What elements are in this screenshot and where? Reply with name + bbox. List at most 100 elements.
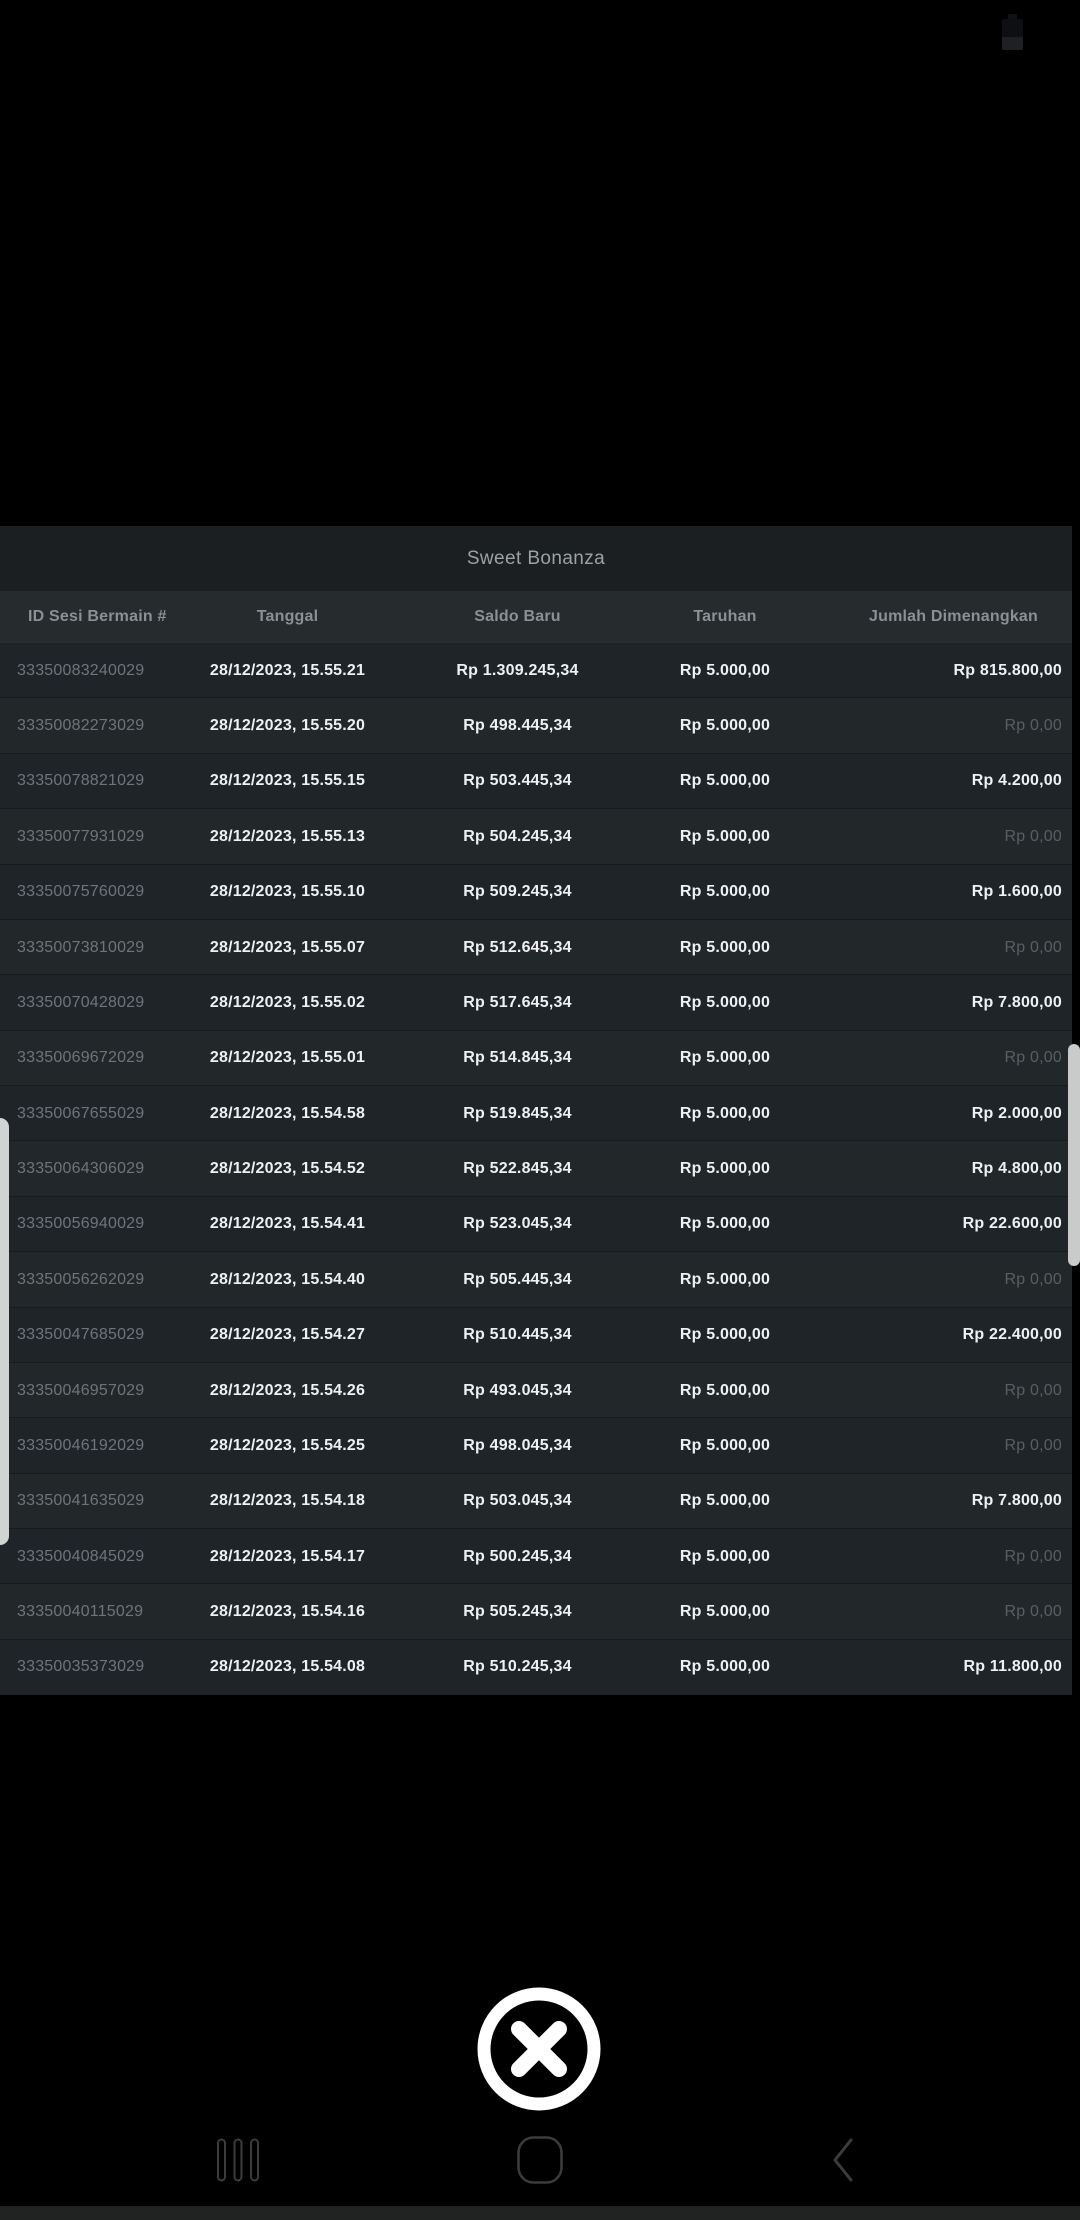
cell-amount-won: Rp 2.000,00	[800, 1086, 1072, 1141]
cell-date: 28/12/2023, 15.55.21	[190, 643, 385, 698]
sheet-title: Sweet Bonanza	[0, 526, 1072, 591]
phone-screen: Sweet Bonanza ID Sesi Bermain # Tanggal …	[0, 0, 1080, 2220]
cell-amount-won: Rp 0,00	[800, 1529, 1072, 1584]
left-scroll-handle[interactable]	[0, 1118, 9, 1545]
cell-amount-won: Rp 0,00	[800, 1418, 1072, 1473]
cell-new-balance: Rp 505.445,34	[385, 1252, 650, 1307]
cell-new-balance: Rp 504.245,34	[385, 809, 650, 864]
cell-bet: Rp 5.000,00	[650, 809, 800, 864]
cell-bet: Rp 5.000,00	[650, 1584, 800, 1639]
back-chevron-icon	[827, 2136, 857, 2184]
cell-session-id: 33350047685029	[0, 1308, 190, 1363]
cell-amount-won: Rp 0,00	[800, 920, 1072, 975]
cell-date: 28/12/2023, 15.54.52	[190, 1141, 385, 1196]
cell-date: 28/12/2023, 15.54.27	[190, 1308, 385, 1363]
cell-bet: Rp 5.000,00	[650, 1529, 800, 1584]
cell-bet: Rp 5.000,00	[650, 865, 800, 920]
cell-bet: Rp 5.000,00	[650, 1252, 800, 1307]
cell-bet: Rp 5.000,00	[650, 1141, 800, 1196]
table-row: 33350056262029 28/12/2023, 15.54.40 Rp 5…	[0, 1252, 1072, 1307]
cell-amount-won: Rp 4.200,00	[800, 754, 1072, 809]
cell-new-balance: Rp 1.309.245,34	[385, 643, 650, 698]
cell-amount-won: Rp 0,00	[800, 698, 1072, 753]
cell-session-id: 33350078821029	[0, 754, 190, 809]
cell-new-balance: Rp 512.645,34	[385, 920, 650, 975]
cell-session-id: 33350056262029	[0, 1252, 190, 1307]
cell-amount-won: Rp 22.400,00	[800, 1308, 1072, 1363]
cell-date: 28/12/2023, 15.55.10	[190, 865, 385, 920]
cell-bet: Rp 5.000,00	[650, 1308, 800, 1363]
game-history-sheet: Sweet Bonanza ID Sesi Bermain # Tanggal …	[0, 526, 1072, 1695]
cell-session-id: 33350041635029	[0, 1474, 190, 1529]
cell-date: 28/12/2023, 15.54.40	[190, 1252, 385, 1307]
cell-bet: Rp 5.000,00	[650, 1640, 800, 1695]
cell-session-id: 33350056940029	[0, 1197, 190, 1252]
cell-bet: Rp 5.000,00	[650, 754, 800, 809]
table-row: 33350040845029 28/12/2023, 15.54.17 Rp 5…	[0, 1529, 1072, 1584]
table-row: 33350035373029 28/12/2023, 15.54.08 Rp 5…	[0, 1640, 1072, 1695]
cell-amount-won: Rp 4.800,00	[800, 1141, 1072, 1196]
table-row: 33350078821029 28/12/2023, 15.55.15 Rp 5…	[0, 754, 1072, 809]
cell-new-balance: Rp 498.445,34	[385, 698, 650, 753]
cell-bet: Rp 5.000,00	[650, 643, 800, 698]
table-row: 33350064306029 28/12/2023, 15.54.52 Rp 5…	[0, 1141, 1072, 1196]
cell-session-id: 33350069672029	[0, 1031, 190, 1086]
cell-date: 28/12/2023, 15.54.58	[190, 1086, 385, 1141]
cell-date: 28/12/2023, 15.54.26	[190, 1363, 385, 1418]
cell-amount-won: Rp 815.800,00	[800, 643, 1072, 698]
col-header-date: Tanggal	[190, 591, 385, 643]
nav-back-button[interactable]	[814, 2130, 870, 2190]
cell-date: 28/12/2023, 15.55.13	[190, 809, 385, 864]
history-table-body[interactable]: 33350083240029 28/12/2023, 15.55.21 Rp 1…	[0, 643, 1072, 1695]
nav-recents-button[interactable]	[210, 2130, 266, 2190]
home-squircle-icon	[517, 2136, 563, 2184]
cell-session-id: 33350082273029	[0, 698, 190, 753]
cell-bet: Rp 5.000,00	[650, 698, 800, 753]
cell-bet: Rp 5.000,00	[650, 1418, 800, 1473]
cell-session-id: 33350046957029	[0, 1363, 190, 1418]
cell-amount-won: Rp 0,00	[800, 1584, 1072, 1639]
close-button[interactable]	[471, 1981, 607, 2117]
cell-bet: Rp 5.000,00	[650, 920, 800, 975]
cell-session-id: 33350040115029	[0, 1584, 190, 1639]
cell-session-id: 33350083240029	[0, 643, 190, 698]
table-row: 33350070428029 28/12/2023, 15.55.02 Rp 5…	[0, 975, 1072, 1030]
cell-bet: Rp 5.000,00	[650, 1031, 800, 1086]
cell-new-balance: Rp 500.245,34	[385, 1529, 650, 1584]
cell-date: 28/12/2023, 15.54.41	[190, 1197, 385, 1252]
cell-amount-won: Rp 1.600,00	[800, 865, 1072, 920]
cell-session-id: 33350064306029	[0, 1141, 190, 1196]
cell-date: 28/12/2023, 15.55.01	[190, 1031, 385, 1086]
table-row: 33350046957029 28/12/2023, 15.54.26 Rp 4…	[0, 1363, 1072, 1418]
vertical-scrollbar-thumb[interactable]	[1068, 1044, 1080, 1266]
cell-date: 28/12/2023, 15.54.16	[190, 1584, 385, 1639]
table-row: 33350082273029 28/12/2023, 15.55.20 Rp 4…	[0, 698, 1072, 753]
table-row: 33350041635029 28/12/2023, 15.54.18 Rp 5…	[0, 1474, 1072, 1529]
cell-amount-won: Rp 0,00	[800, 1031, 1072, 1086]
cell-session-id: 33350073810029	[0, 920, 190, 975]
nav-home-button[interactable]	[512, 2130, 568, 2190]
cell-new-balance: Rp 503.045,34	[385, 1474, 650, 1529]
col-header-bet: Taruhan	[650, 591, 800, 643]
cell-session-id: 33350040845029	[0, 1529, 190, 1584]
cell-session-id: 33350075760029	[0, 865, 190, 920]
cell-date: 28/12/2023, 15.54.18	[190, 1474, 385, 1529]
table-header-row: ID Sesi Bermain # Tanggal Saldo Baru Tar…	[0, 591, 1072, 643]
cell-bet: Rp 5.000,00	[650, 1197, 800, 1252]
cell-amount-won: Rp 11.800,00	[800, 1640, 1072, 1695]
col-header-new-balance: Saldo Baru	[385, 591, 650, 643]
cell-amount-won: Rp 0,00	[800, 1252, 1072, 1307]
table-row: 33350040115029 28/12/2023, 15.54.16 Rp 5…	[0, 1584, 1072, 1639]
cell-new-balance: Rp 503.445,34	[385, 754, 650, 809]
cell-bet: Rp 5.000,00	[650, 1086, 800, 1141]
table-row: 33350069672029 28/12/2023, 15.55.01 Rp 5…	[0, 1031, 1072, 1086]
cell-new-balance: Rp 523.045,34	[385, 1197, 650, 1252]
cell-bet: Rp 5.000,00	[650, 975, 800, 1030]
cell-amount-won: Rp 0,00	[800, 1363, 1072, 1418]
table-row: 33350083240029 28/12/2023, 15.55.21 Rp 1…	[0, 643, 1072, 698]
close-x-icon	[471, 1981, 607, 2117]
cell-new-balance: Rp 517.645,34	[385, 975, 650, 1030]
table-row: 33350067655029 28/12/2023, 15.54.58 Rp 5…	[0, 1086, 1072, 1141]
cell-date: 28/12/2023, 15.55.02	[190, 975, 385, 1030]
cell-bet: Rp 5.000,00	[650, 1474, 800, 1529]
